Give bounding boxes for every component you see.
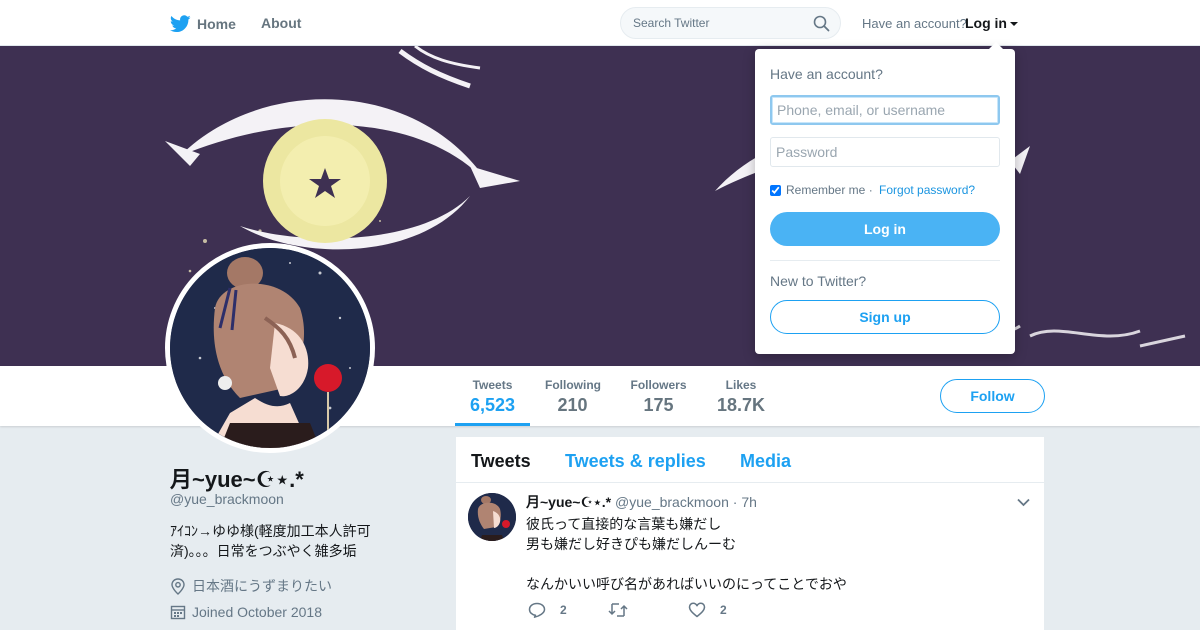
- stat-label: Tweets: [472, 378, 513, 392]
- calendar-icon: [170, 605, 186, 620]
- nav-home-link[interactable]: Home: [170, 15, 236, 33]
- active-stat-indicator: [455, 423, 530, 426]
- profile-avatar[interactable]: [165, 243, 375, 453]
- tweet-avatar[interactable]: [468, 493, 516, 541]
- dropdown-divider: [770, 260, 1000, 261]
- profile-joined: Joined October 2018: [170, 604, 322, 620]
- stat-value: 18.7K: [716, 395, 766, 415]
- bio-line: 済)。。。日常をつぶやく雑多垢: [170, 543, 357, 559]
- profile-name[interactable]: 月~yue~☪⋆.*: [170, 462, 304, 494]
- tweet-text-line: なんかいい呼び名があればいいのにってことでおや: [526, 576, 847, 592]
- search-box[interactable]: Search Twitter: [620, 7, 841, 39]
- search-icon[interactable]: [813, 15, 830, 32]
- stat-value: 6,523: [470, 395, 516, 415]
- login-dropdown: Have an account? Remember me · Forgot pa…: [755, 42, 1015, 354]
- nav-about-link[interactable]: About: [261, 15, 301, 31]
- remember-me-label[interactable]: Remember me: [786, 183, 865, 197]
- reply-action[interactable]: 2: [528, 602, 567, 618]
- retweet-action[interactable]: [608, 602, 642, 618]
- stat-following[interactable]: Following 210: [545, 378, 601, 416]
- tweet-header: 月~yue~☪⋆.* @yue_brackmoon · 7h: [526, 492, 757, 512]
- stat-tweets[interactable]: Tweets 6,523: [470, 378, 515, 416]
- reply-count: 2: [560, 603, 567, 617]
- bio-line: ｱｲｺﾝ→ゆゆ様(軽度加工本人許可: [170, 523, 371, 539]
- like-action[interactable]: 2: [688, 602, 727, 618]
- timeline: Tweets Tweets & replies Media 月~yue~☪⋆.*…: [456, 437, 1044, 630]
- joined-text: Joined October 2018: [192, 604, 322, 620]
- nav-home-label: Home: [197, 16, 236, 32]
- tweet-timestamp[interactable]: 7h: [741, 494, 757, 510]
- reply-icon: [528, 602, 546, 618]
- signup-button[interactable]: Sign up: [770, 300, 1000, 334]
- tweet-author-name[interactable]: 月~yue~☪⋆.*: [526, 494, 611, 510]
- like-count: 2: [720, 603, 727, 617]
- login-toggle-label: Log in: [965, 15, 1007, 31]
- follow-button[interactable]: Follow: [940, 379, 1045, 413]
- tweet-item[interactable]: 月~yue~☪⋆.* @yue_brackmoon · 7h 彼氏って直接的な言…: [456, 483, 1044, 630]
- caret-down-icon: [1010, 22, 1018, 26]
- dropdown-title: Have an account?: [770, 66, 883, 82]
- stat-label: Likes: [725, 378, 757, 392]
- tweet-text-line: 男も嫌だし好きぴも嫌だしんーむ: [526, 536, 736, 552]
- tweet-text-line: 彼氏って直接的な言葉も嫌だし: [526, 516, 722, 532]
- retweet-icon: [608, 603, 628, 617]
- chevron-down-icon[interactable]: [1017, 498, 1030, 507]
- stat-followers[interactable]: Followers 175: [630, 378, 687, 416]
- stat-value: 175: [643, 395, 674, 415]
- location-icon: [171, 577, 185, 595]
- stat-label: Following: [545, 378, 601, 392]
- profile-location: 日本酒にうずまりたい: [170, 576, 332, 596]
- heart-icon: [688, 602, 706, 618]
- login-dropdown-toggle[interactable]: Log in: [965, 15, 1018, 31]
- remember-separator: ·: [865, 183, 877, 197]
- timeline-tabs: Tweets Tweets & replies Media: [456, 437, 1044, 483]
- stat-value: 210: [557, 395, 588, 415]
- username-field[interactable]: [770, 95, 1000, 125]
- new-to-twitter-text: New to Twitter?: [770, 273, 867, 289]
- stat-label: Followers: [630, 378, 687, 392]
- password-field[interactable]: [770, 137, 1000, 167]
- tab-tweets-and-replies[interactable]: Tweets & replies: [565, 451, 706, 472]
- remember-me-checkbox[interactable]: [770, 184, 781, 196]
- tab-tweets[interactable]: Tweets: [471, 451, 531, 472]
- tweet-separator: ·: [732, 494, 738, 510]
- tweet-author-handle[interactable]: @yue_brackmoon: [615, 494, 729, 510]
- tweet-avatar-image: [468, 493, 516, 541]
- search-input[interactable]: Search Twitter: [633, 16, 709, 30]
- top-navigation: Home About Search Twitter Have an accoun…: [0, 0, 1200, 46]
- profile-bio: ｱｲｺﾝ→ゆゆ様(軽度加工本人許可 済)。。。日常をつぶやく雑多垢: [170, 521, 385, 561]
- login-button[interactable]: Log in: [770, 212, 1000, 246]
- profile-handle[interactable]: @yue_brackmoon: [170, 491, 284, 507]
- avatar-image: [170, 248, 370, 448]
- remember-me-row: Remember me · Forgot password?: [770, 183, 975, 197]
- stat-likes[interactable]: Likes 18.7K: [716, 378, 766, 416]
- twitter-bird-icon: [170, 15, 191, 33]
- location-text: 日本酒にうずまりたい: [192, 578, 332, 594]
- have-account-text: Have an account?: [862, 16, 967, 31]
- forgot-password-link[interactable]: Forgot password?: [879, 183, 975, 197]
- dropdown-arrow: [988, 42, 1004, 50]
- tab-media[interactable]: Media: [740, 451, 791, 472]
